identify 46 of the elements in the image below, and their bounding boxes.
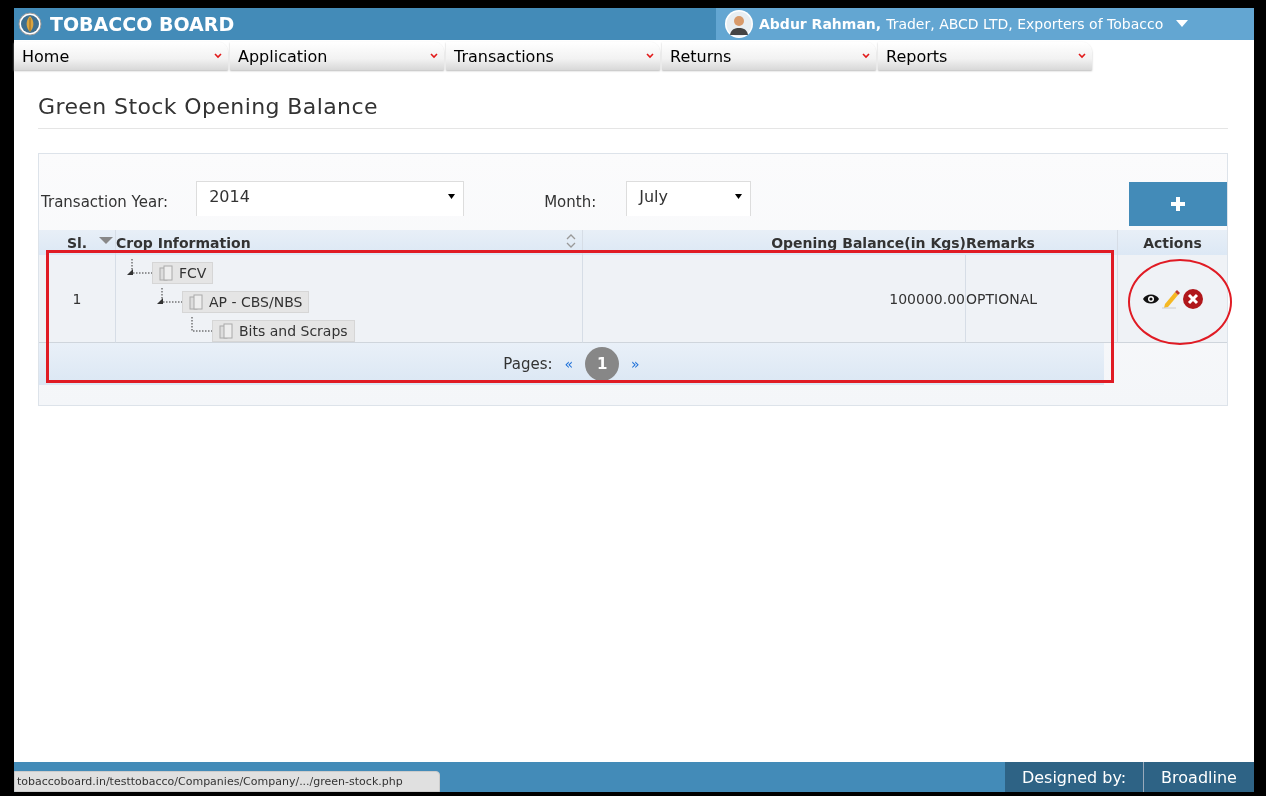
balance-cell: 100000.00 [583,255,966,343]
column-header: Actions [1118,230,1227,255]
tree-node[interactable]: Bits and Scraps [212,320,355,342]
page-number[interactable]: 1 [585,347,620,381]
column-title: Crop Information [116,234,251,251]
menu-dropdown[interactable]: Returns [662,42,876,70]
plus-icon [1171,197,1185,211]
month-label: Month: [544,193,597,213]
sort-descending-icon [99,237,113,245]
menu-dropdown[interactable]: Home [14,42,228,70]
year-select[interactable]: 2014 [196,181,465,216]
dropdown-arrow-icon [735,193,743,199]
menu-dropdown[interactable]: Reports [878,42,1092,70]
avatar-icon [724,9,754,39]
remarks-cell: OPTIONAL [966,255,1118,343]
chevron-down-icon [1078,53,1086,59]
designer-link[interactable]: Broadline [1143,762,1254,792]
designed-by-label: Designed by: [1005,762,1143,792]
chevron-down-icon [430,53,438,59]
column-title: Sl. [66,234,88,251]
dropdown-caret-icon [1176,20,1189,28]
year-label: Transaction Year: [41,193,169,213]
pages-label: Pages: [503,355,553,373]
tree-node[interactable]: AP - CBS/NBS [182,291,310,313]
document-icon [189,294,203,310]
chevron-down-icon [646,53,654,59]
add-button[interactable] [1129,182,1227,226]
previous-page-link[interactable]: « [564,356,574,372]
page-title: Green Stock Opening Balance [38,94,1228,129]
chevron-down-icon [862,53,870,59]
document-icon [159,265,173,281]
next-page-link[interactable]: » [631,356,640,372]
sort-icon [566,234,576,248]
document-icon [219,323,233,339]
dropdown-arrow-icon [448,193,456,199]
view-eye-icon[interactable] [1141,292,1160,305]
chevron-down-icon [214,53,222,59]
month-select[interactable]: July [626,181,752,216]
tree-node[interactable]: FCV [152,262,214,284]
menu-dropdown[interactable]: Transactions [446,42,660,70]
delete-icon[interactable] [1181,287,1204,310]
status-url-tooltip: tobaccoboard.in/testtobacco/Companies/Company/.../green-stock.php [14,771,440,792]
brand-title: TOBACCO BOARD [50,13,235,35]
serial-cell: 1 [39,255,116,343]
menu-dropdown[interactable]: Application [230,42,444,70]
leaf-logo-icon [18,12,42,36]
